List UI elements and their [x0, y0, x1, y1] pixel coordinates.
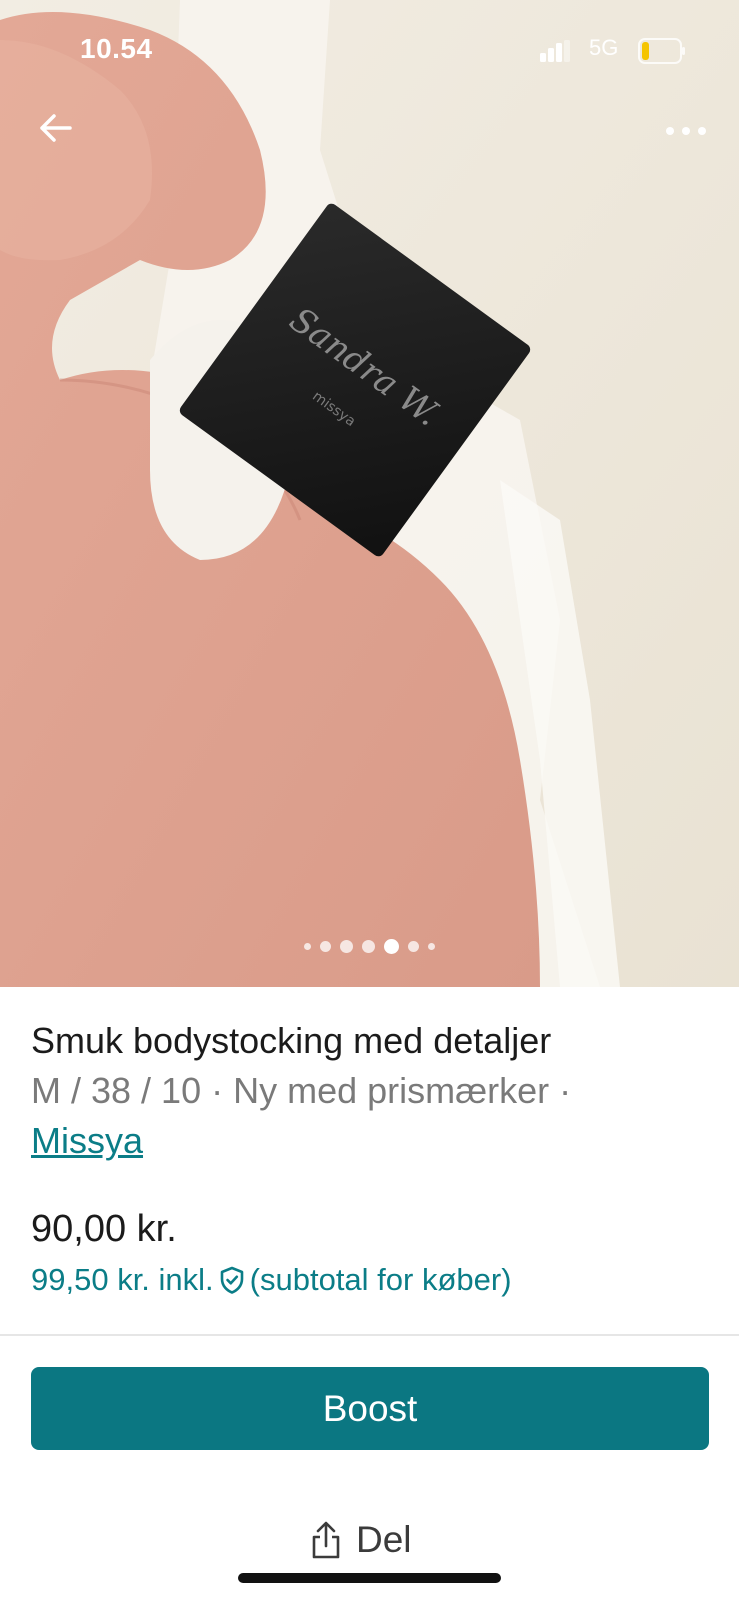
home-indicator[interactable] — [238, 1573, 501, 1583]
back-button[interactable] — [30, 103, 80, 153]
shield-check-icon — [220, 1266, 243, 1294]
price-incl-buyer-protection[interactable]: 99,50 kr. inkl. (subtotal for køber) — [31, 1262, 512, 1298]
price-incl-suffix: (subtotal for køber) — [249, 1262, 512, 1297]
network-type: 5G — [589, 35, 619, 60]
share-icon — [312, 1521, 340, 1559]
gallery-dot-active[interactable] — [384, 938, 399, 954]
product-price: 90,00 kr. — [31, 1208, 177, 1250]
price-incl-amount: 99,50 kr. inkl. — [31, 1262, 214, 1297]
more-horizontal-icon — [666, 127, 706, 135]
gallery-dot[interactable] — [428, 942, 435, 950]
product-photo[interactable]: Sandra W. missya — [0, 0, 739, 987]
gallery-dot[interactable] — [362, 939, 375, 953]
share-label: Del — [356, 1519, 412, 1560]
arrow-left-icon — [40, 114, 72, 142]
gallery-pagination — [0, 936, 739, 956]
product-title: Smuk bodystocking med detaljer — [31, 1020, 552, 1061]
gallery-dot[interactable] — [320, 940, 331, 952]
divider — [0, 1334, 739, 1336]
gallery-dot[interactable] — [304, 942, 311, 950]
battery-icon — [638, 38, 685, 64]
product-photo-image: Sandra W. missya — [0, 0, 739, 987]
status-bar: 10.54 5G — [0, 0, 739, 100]
gallery-dot[interactable] — [340, 939, 353, 953]
status-time: 10.54 — [80, 33, 153, 64]
boost-button[interactable]: Boost — [31, 1367, 709, 1450]
more-options-button[interactable] — [658, 108, 714, 154]
gallery-dot[interactable] — [408, 940, 419, 952]
brand-link[interactable]: Missya — [31, 1116, 143, 1166]
signal-icon — [540, 40, 570, 62]
product-info: Smuk bodystocking med detaljer M / 38 / … — [31, 1018, 711, 1166]
product-meta: M / 38 / 10 · Ny med prismærker · — [31, 1070, 572, 1111]
share-button[interactable]: Del — [310, 1512, 412, 1568]
